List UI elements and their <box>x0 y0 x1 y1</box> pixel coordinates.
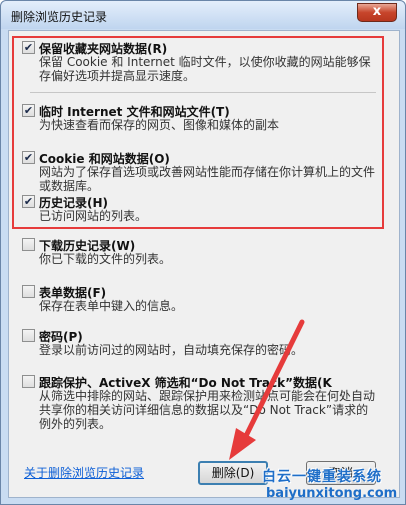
watermark-url: baiyunxitong.com <box>266 486 398 501</box>
annotation-arrow-icon <box>229 319 305 460</box>
watermark-brand: 白云一键重装系统 <box>262 469 382 485</box>
